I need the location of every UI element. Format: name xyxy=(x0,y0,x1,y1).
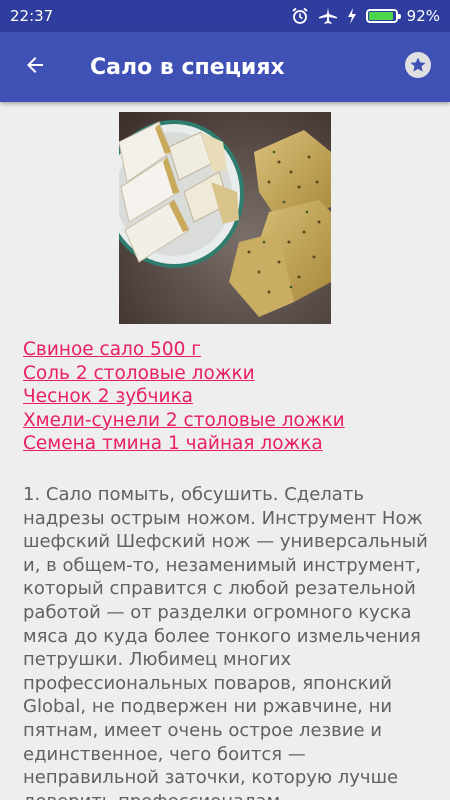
recipe-content[interactable]: Свиное сало 500 г Соль 2 столовые ложки … xyxy=(0,102,450,800)
ingredient-link[interactable]: Чеснок 2 зубчика xyxy=(23,385,433,409)
ingredient-link[interactable]: Хмели-сунели 2 столовые ложки xyxy=(23,409,433,433)
back-button[interactable] xyxy=(0,32,70,102)
app-bar: Сало в специях xyxy=(0,32,450,102)
arrow-left-icon xyxy=(23,53,47,81)
ingredient-link[interactable]: Соль 2 столовые ложки xyxy=(23,362,433,386)
status-icons: 92% xyxy=(291,7,440,25)
battery-percent: 92% xyxy=(406,7,440,25)
alarm-icon xyxy=(291,7,309,25)
battery-icon xyxy=(365,9,401,23)
status-time: 22:37 xyxy=(10,7,54,25)
recipe-photo xyxy=(119,112,331,324)
page-title: Сало в специях xyxy=(90,54,285,80)
airplane-mode-icon xyxy=(318,7,338,25)
ingredient-link[interactable]: Семена тмина 1 чайная ложка xyxy=(23,432,433,456)
favorite-button[interactable] xyxy=(386,32,450,102)
recipe-steps: 1. Сало помыть, обсушить. Сделать надрез… xyxy=(23,484,428,800)
star-icon xyxy=(404,51,432,83)
ingredient-link[interactable]: Свиное сало 500 г xyxy=(23,338,433,362)
charging-icon xyxy=(347,8,357,24)
ingredients-list: Свиное сало 500 г Соль 2 столовые ложки … xyxy=(23,338,433,456)
status-bar: 22:37 92% xyxy=(0,0,450,32)
